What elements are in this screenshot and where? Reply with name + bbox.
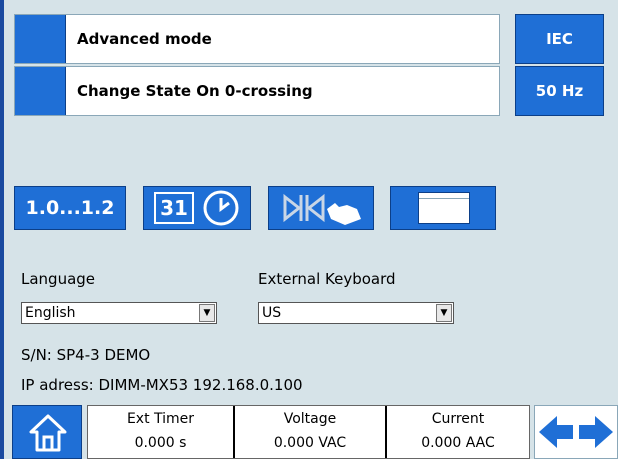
voltage-cell: Voltage 0.000 VAC — [235, 406, 387, 458]
chevron-down-icon[interactable]: ▼ — [199, 304, 215, 322]
ext-timer-title: Ext Timer — [126, 411, 195, 427]
language-select[interactable]: English ▼ — [21, 302, 217, 324]
keyboard-select[interactable]: US ▼ — [258, 302, 454, 324]
left-border — [0, 0, 4, 459]
window-icon — [418, 192, 470, 224]
arrow-left-icon[interactable] — [537, 412, 575, 452]
current-title: Current — [431, 411, 485, 427]
frequency-button[interactable]: 50 Hz — [515, 66, 604, 116]
home-button[interactable] — [12, 405, 82, 459]
chevron-down-icon[interactable]: ▼ — [436, 304, 452, 322]
zero-crossing-label: Change State On 0-crossing — [77, 82, 313, 100]
advanced-mode-checkbox[interactable] — [15, 15, 66, 63]
touch-hand-icon — [283, 193, 361, 225]
arrow-right-icon[interactable] — [577, 412, 615, 452]
voltage-title: Voltage — [283, 411, 337, 427]
date-time-button[interactable]: 31 — [143, 186, 251, 230]
current-value: 0.000 AAC — [421, 435, 495, 451]
language-label: Language — [21, 270, 96, 288]
advanced-mode-toggle[interactable]: Advanced mode — [14, 14, 500, 64]
range-button[interactable]: 1.0...1.2 — [14, 186, 126, 230]
calendar-day: 31 — [160, 196, 188, 220]
range-label: 1.0...1.2 — [25, 197, 115, 219]
standard-button[interactable]: IEC — [515, 14, 604, 64]
ext-timer-cell: Ext Timer 0.000 s — [88, 406, 235, 458]
voltage-value: 0.000 VAC — [273, 435, 347, 451]
language-value: English — [25, 305, 76, 321]
zero-crossing-toggle[interactable]: Change State On 0-crossing — [14, 66, 500, 116]
keyboard-value: US — [262, 305, 282, 321]
ip-address: IP adress: DIMM-MX53 192.168.0.100 — [21, 376, 303, 394]
window-button[interactable] — [390, 186, 496, 230]
clock-icon — [203, 190, 239, 226]
current-cell: Current 0.000 AAC — [387, 406, 529, 458]
keyboard-label: External Keyboard — [258, 270, 396, 288]
home-icon — [29, 414, 67, 452]
touch-switch-button[interactable] — [268, 186, 374, 230]
ext-timer-value: 0.000 s — [134, 435, 187, 451]
advanced-mode-label: Advanced mode — [77, 30, 212, 48]
nav-arrows — [534, 405, 618, 459]
calendar-icon: 31 — [154, 192, 194, 224]
zero-crossing-checkbox[interactable] — [15, 67, 66, 115]
serial-number: S/N: SP4-3 DEMO — [21, 346, 151, 364]
status-bar: Ext Timer 0.000 s Voltage 0.000 VAC Curr… — [87, 405, 530, 459]
